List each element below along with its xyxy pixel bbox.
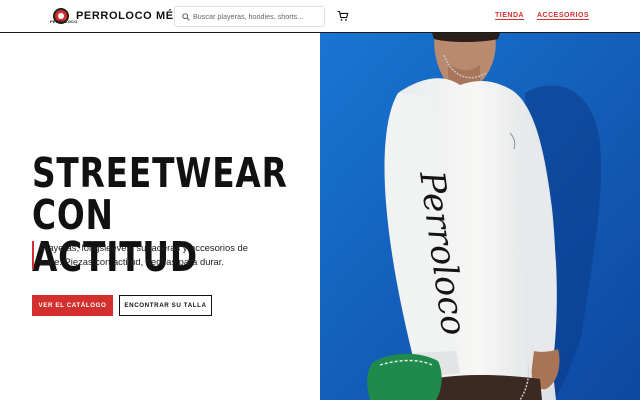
view-catalog-button[interactable]: VER EL CATÁLOGO [32,295,113,316]
hero-image: Perroloco [320,33,640,400]
nav-link-tienda[interactable]: TIENDA [495,12,524,20]
hero-title-line-1: STREETWEAR [32,149,288,197]
search-box[interactable] [174,6,325,27]
logo-text: PERROLOCO [50,19,78,24]
hero-description: Playeras, longsleeves, sudaderas y acces… [40,242,248,267]
hero-photo-illustration: Perroloco [320,33,640,400]
find-size-button[interactable]: ENCONTRAR SU TALLA [119,295,212,316]
description-accent-bar [32,241,34,269]
nav-link-accesorios[interactable]: ACCESORIOS [537,12,589,20]
search-input[interactable] [193,9,321,24]
site-header: PERROLOCO PERROLOCO MÉXICO TIENDA ACCESO… [0,0,640,33]
cart-icon[interactable] [337,10,349,22]
search-icon [182,13,190,21]
